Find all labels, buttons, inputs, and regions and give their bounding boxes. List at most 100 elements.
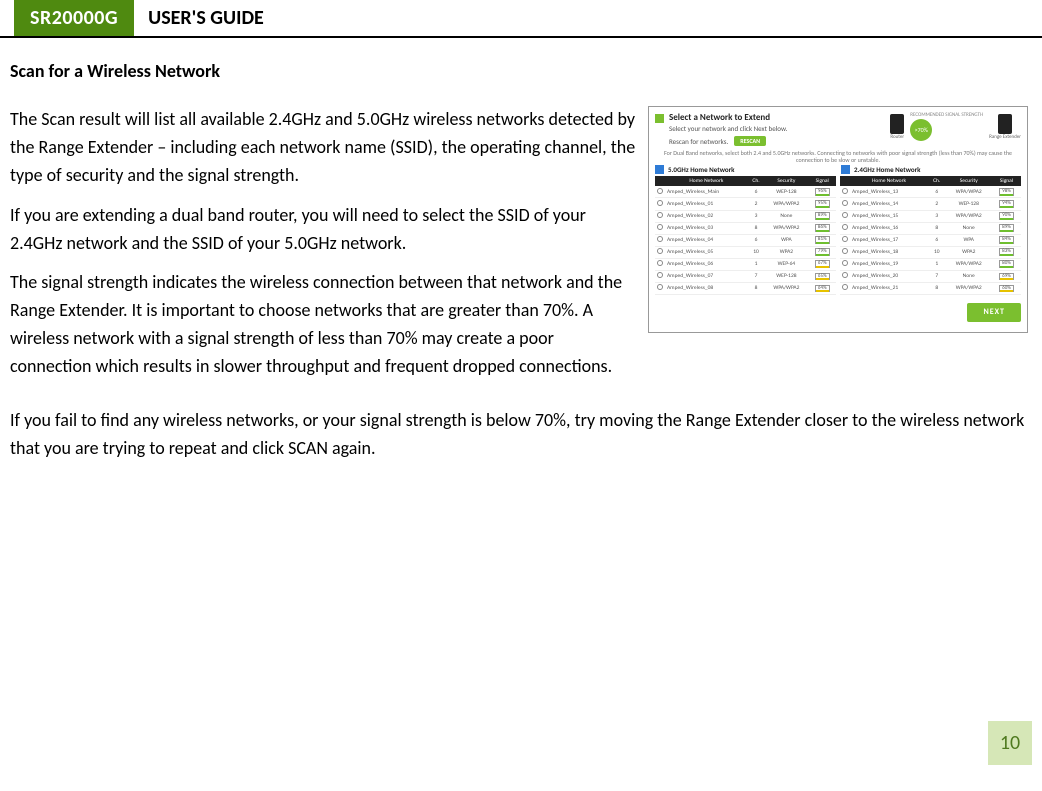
network-name: Amped_Wireless_07 (665, 270, 748, 282)
table-row[interactable]: Amped_Wireless_153WPA/WPA290% (840, 210, 1021, 222)
network-radio[interactable] (842, 272, 848, 278)
table-row[interactable]: Amped_Wireless_061WEP-6467% (655, 258, 836, 270)
network-name: Amped_Wireless_04 (665, 234, 748, 246)
network-channel: 8 (928, 222, 945, 234)
network-channel: 6 (748, 186, 765, 198)
network-radio[interactable] (657, 188, 663, 194)
network-channel: 7 (748, 270, 765, 282)
network-radio[interactable] (842, 224, 848, 230)
table-row[interactable]: Amped_Wireless_168None89% (840, 222, 1021, 234)
table-row[interactable]: Amped_Wireless_0510WPA279% (655, 246, 836, 258)
band-5ghz-marker-icon (655, 165, 664, 174)
table-row[interactable]: Amped_Wireless_218WPA/WPA260% (840, 282, 1021, 294)
table-row[interactable]: Amped_Wireless_023None89% (655, 210, 836, 222)
network-radio[interactable] (842, 200, 848, 206)
network-signal: 94% (999, 200, 1014, 208)
network-radio[interactable] (657, 248, 663, 254)
network-name: Amped_Wireless_06 (665, 258, 748, 270)
network-name: Amped_Wireless_02 (665, 210, 748, 222)
network-radio[interactable] (657, 200, 663, 206)
network-radio[interactable] (657, 236, 663, 242)
network-channel: 10 (928, 246, 945, 258)
table-row[interactable]: Amped_Wireless_046WPA81% (655, 234, 836, 246)
network-radio[interactable] (657, 284, 663, 290)
col-signal: Signal (992, 176, 1021, 186)
network-name: Amped_Wireless_13 (850, 186, 928, 198)
screenshot-note: For Dual Band networks, select both 2.4 … (655, 150, 1021, 163)
network-radio[interactable] (842, 188, 848, 194)
network-signal: 89% (999, 224, 1014, 232)
screenshot-sub2: Rescan for networks. (669, 138, 728, 146)
table-row[interactable]: Amped_Wireless_176WPA84% (840, 234, 1021, 246)
network-security: WPA/WPA2 (764, 282, 808, 294)
network-security: None (764, 210, 808, 222)
network-security: WPA2 (945, 246, 992, 258)
page-content: Scan for a Wireless Network Select a Net… (0, 38, 1042, 463)
table-row[interactable]: Amped_Wireless_207None69% (840, 270, 1021, 282)
network-name: Amped_Wireless_15 (850, 210, 928, 222)
network-radio[interactable] (842, 248, 848, 254)
col-channel: Ch. (748, 176, 765, 186)
network-name: Amped_Wireless_17 (850, 234, 928, 246)
network-table-5ghz: Home Network Ch. Security Signal Amped_W… (655, 176, 836, 294)
network-security: None (945, 222, 992, 234)
table-row[interactable]: Amped_Wireless_191WPA/WPA280% (840, 258, 1021, 270)
table-row[interactable]: Amped_Wireless_012WPA/WPA295% (655, 198, 836, 210)
network-name: Amped_Wireless_14 (850, 198, 928, 210)
next-button[interactable]: NEXT (967, 303, 1021, 322)
network-security: None (945, 270, 992, 282)
extender-label: Range Extender (989, 135, 1021, 141)
network-signal: 90% (999, 212, 1014, 220)
network-channel: 8 (748, 222, 765, 234)
network-channel: 10 (748, 246, 765, 258)
network-radio[interactable] (842, 260, 848, 266)
screenshot-sub1: Select your network and click Next below… (669, 125, 885, 133)
rescan-button[interactable]: RESCAN (734, 136, 766, 147)
network-radio[interactable] (842, 236, 848, 242)
network-radio[interactable] (842, 284, 848, 290)
col-security: Security (764, 176, 808, 186)
screenshot-title: Select a Network to Extend (669, 113, 885, 123)
network-signal: 98% (999, 188, 1014, 196)
network-name: Amped_Wireless_05 (665, 246, 748, 258)
network-channel: 3 (928, 210, 945, 222)
network-channel: 1 (928, 258, 945, 270)
network-signal: 83% (999, 248, 1014, 256)
paragraph: If you fail to find any wireless network… (10, 407, 1028, 463)
table-row[interactable]: Amped_Wireless_038WPA/WPA286% (655, 222, 836, 234)
network-signal: 96% (815, 188, 830, 196)
network-security: WPA/WPA2 (945, 186, 992, 198)
network-security: WPA (764, 234, 808, 246)
network-name: Amped_Wireless_Main (665, 186, 748, 198)
network-name: Amped_Wireless_21 (850, 282, 928, 294)
network-radio[interactable] (657, 272, 663, 278)
table-row[interactable]: Amped_Wireless_136WPA/WPA298% (840, 186, 1021, 198)
recommended-label: RECOMMENDED SIGNAL STRENGTH (910, 113, 983, 118)
network-security: WEP-128 (945, 198, 992, 210)
network-security: WEP-128 (764, 186, 808, 198)
network-radio[interactable] (657, 224, 663, 230)
network-radio[interactable] (842, 212, 848, 218)
network-signal: 84% (999, 236, 1014, 244)
extender-icon (998, 114, 1012, 134)
network-security: WPA (945, 234, 992, 246)
step-marker-icon (655, 114, 664, 123)
network-radio[interactable] (657, 260, 663, 266)
band-24ghz-marker-icon (841, 165, 850, 174)
col-home-network: Home Network (850, 176, 928, 186)
section-title: Scan for a Wireless Network (10, 60, 1028, 82)
table-row[interactable]: Amped_Wireless_1810WPA283% (840, 246, 1021, 258)
table-row[interactable]: Amped_Wireless_077WEP-12865% (655, 270, 836, 282)
network-radio[interactable] (657, 212, 663, 218)
col-signal: Signal (808, 176, 836, 186)
network-name: Amped_Wireless_20 (850, 270, 928, 282)
table-row[interactable]: Amped_Wireless_Main6WEP-128 96% (655, 186, 836, 198)
network-signal: 60% (999, 285, 1014, 293)
table-row[interactable]: Amped_Wireless_142WEP-12894% (840, 198, 1021, 210)
network-channel: 8 (748, 282, 765, 294)
network-security: WPA/WPA2 (764, 222, 808, 234)
network-security: WEP-64 (764, 258, 808, 270)
table-row[interactable]: Amped_Wireless_088WPA/WPA264% (655, 282, 836, 294)
network-security: WPA/WPA2 (764, 198, 808, 210)
network-security: WPA/WPA2 (945, 282, 992, 294)
